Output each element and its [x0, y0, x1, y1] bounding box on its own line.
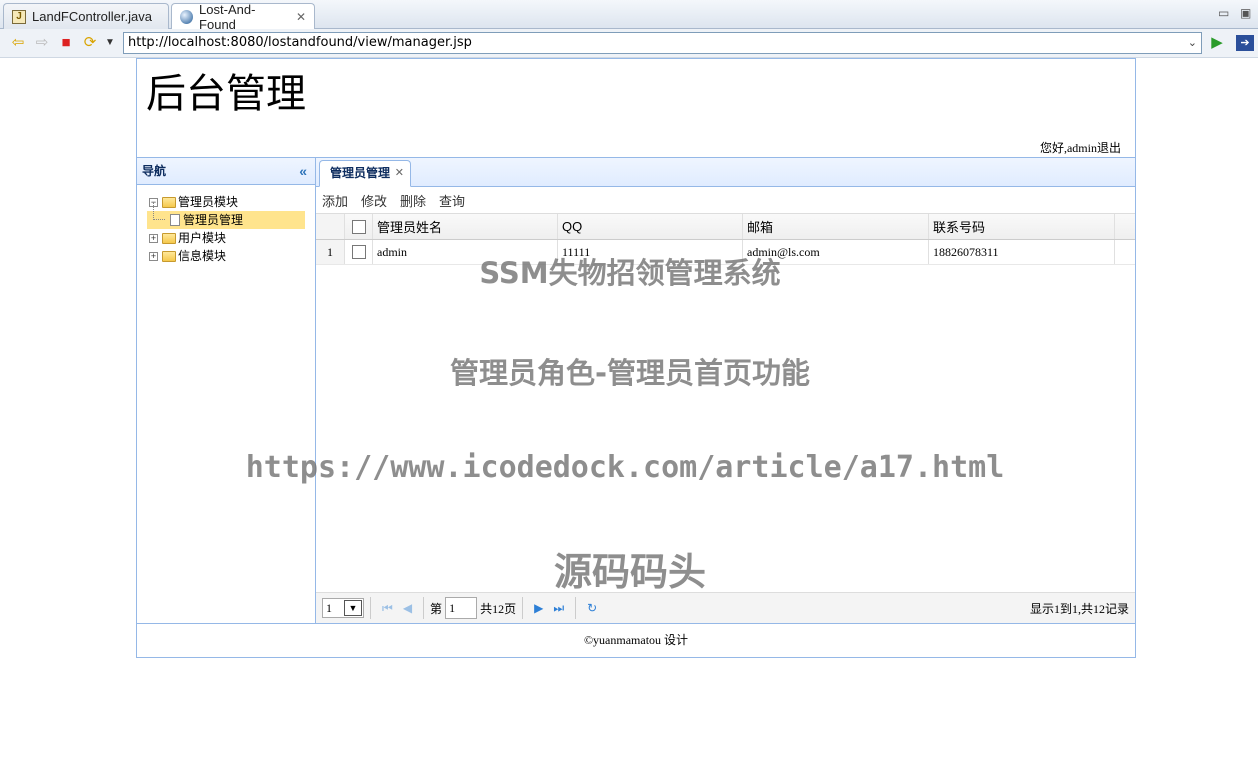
footer: ©yuanmamatou 设计: [137, 623, 1135, 657]
folder-icon: [162, 232, 176, 244]
chevron-down-icon[interactable]: ⌄: [1188, 33, 1197, 53]
column-header-phone[interactable]: 联系号码: [929, 214, 1115, 239]
nav-panel: 导航 « − 管理员模块 管理员管理 + 用户模块 + 信息模块: [137, 158, 316, 623]
expand-toggle-icon[interactable]: +: [149, 233, 158, 243]
globe-icon: [180, 10, 194, 24]
perspective-icon[interactable]: ➔: [1236, 35, 1254, 51]
greeting-text: 您好,admin: [1039, 141, 1097, 155]
close-icon[interactable]: ✕: [296, 10, 306, 24]
grid-header: 管理员姓名 QQ 邮箱 联系号码: [316, 214, 1135, 240]
next-page-icon[interactable]: ▶: [534, 601, 543, 616]
nav-tree: − 管理员模块 管理员管理 + 用户模块 + 信息模块: [137, 185, 315, 265]
delete-button[interactable]: 删除: [400, 191, 426, 210]
page-title: 后台管理: [146, 71, 306, 116]
go-icon[interactable]: ▶: [1208, 35, 1226, 51]
reload-icon[interactable]: ↻: [587, 601, 597, 616]
select-all-cell: [345, 214, 373, 239]
editor-tab-label: LandFController.java: [32, 9, 152, 24]
url-text: http://localhost:8080/lostandfound/view/…: [128, 35, 472, 50]
tree-node-admin-module[interactable]: − 管理员模块: [149, 193, 315, 211]
tree-node-user-module[interactable]: + 用户模块: [149, 229, 315, 247]
add-button[interactable]: 添加: [322, 191, 348, 210]
page-info: 显示1到1,共12记录: [1029, 601, 1129, 616]
tree-node-label: 信息模块: [178, 249, 227, 263]
tree-line: [153, 202, 165, 220]
pagination-bar: 1 ▼ ⏮ ◀ 第 1 共12页 ▶ ⏭ ↻ 显示1到1,共12记录: [316, 592, 1135, 623]
row-checkbox[interactable]: [351, 245, 366, 259]
tree-node-label: 用户模块: [178, 231, 227, 245]
tree-node-info-module[interactable]: + 信息模块: [149, 247, 315, 265]
page-number-input[interactable]: 1: [445, 597, 478, 619]
divider: [522, 597, 524, 619]
tab-label: 管理员管理: [330, 166, 391, 180]
page-total: 共12页: [480, 601, 517, 616]
column-header-qq[interactable]: QQ: [558, 214, 743, 239]
url-input[interactable]: http://localhost:8080/lostandfound/view/…: [123, 32, 1202, 54]
column-header-email[interactable]: 邮箱: [743, 214, 929, 239]
maximize-icon[interactable]: ▣: [1240, 6, 1251, 20]
prev-page-icon[interactable]: ◀: [403, 601, 412, 616]
browser-toolbar: ⇦ ⇨ ■ ⟳ ▼ http://localhost:8080/lostandf…: [0, 29, 1258, 58]
query-button[interactable]: 查询: [439, 191, 465, 210]
rownum-header: [316, 214, 345, 239]
watermark-url: https://www.icodedock.com/article/a17.ht…: [245, 450, 1005, 485]
last-page-icon[interactable]: ⏭: [553, 601, 564, 616]
chevron-down-icon[interactable]: ▼: [101, 35, 119, 51]
back-arrow-icon[interactable]: ⇦: [9, 35, 27, 51]
nav-panel-header: 导航 «: [137, 158, 315, 185]
grid-toolbar: 添加 修改 删除 查询: [316, 187, 1135, 214]
page-prefix: 第: [430, 601, 443, 616]
tree-node-label: 管理员模块: [178, 195, 239, 209]
editor-tab-landfcontroller[interactable]: J LandFController.java: [3, 3, 169, 29]
refresh-icon[interactable]: ⟳: [81, 35, 99, 51]
editor-tab-label: Lost-And-Found: [199, 2, 256, 32]
tab-admin-management[interactable]: 管理员管理 ✕: [319, 160, 411, 187]
content-tabs: 管理员管理 ✕: [316, 158, 1135, 187]
forward-arrow-icon[interactable]: ⇨: [33, 35, 51, 51]
select-all-checkbox[interactable]: [351, 219, 366, 234]
column-header-name[interactable]: 管理员姓名: [373, 214, 558, 239]
expand-toggle-icon[interactable]: +: [149, 251, 158, 261]
first-page-icon[interactable]: ⏮: [382, 601, 393, 616]
user-greeting: 您好,admin退出: [1040, 139, 1121, 156]
editor-tab-lost-and-found[interactable]: Lost-And-Found ✕: [171, 2, 315, 32]
header-region: 后台管理 您好,admin退出: [137, 59, 1135, 158]
tree-node-admin-management[interactable]: 管理员管理: [147, 202, 305, 229]
edit-button[interactable]: 修改: [361, 191, 387, 210]
row-select-cell: [345, 240, 373, 264]
cell-phone: 18826078311: [929, 240, 1115, 264]
java-file-icon: J: [12, 9, 26, 24]
file-icon: [170, 214, 180, 226]
minimize-icon[interactable]: ▭: [1218, 6, 1229, 20]
divider: [370, 597, 371, 619]
row-number: 1: [316, 240, 345, 264]
watermark-brand: 源码码头: [553, 550, 706, 594]
divider: [423, 597, 425, 619]
close-icon[interactable]: ✕: [395, 161, 404, 185]
page-size-value: 1: [326, 600, 332, 615]
watermark-system-name: SSM失物招领管理系统: [479, 256, 781, 290]
page-size-select[interactable]: 1 ▼: [322, 598, 364, 618]
watermark-page-role: 管理员角色-管理员首页功能: [449, 356, 811, 390]
stop-icon[interactable]: ■: [57, 35, 75, 51]
logout-link[interactable]: 退出: [1097, 141, 1121, 155]
editor-tab-bar: J LandFController.java Lost-And-Found ✕ …: [0, 0, 1258, 32]
nav-title: 导航: [142, 164, 167, 178]
folder-icon: [162, 250, 176, 262]
tree-node-label: 管理员管理: [183, 213, 244, 227]
chevron-down-icon[interactable]: ▼: [344, 600, 362, 616]
collapse-icon[interactable]: «: [299, 158, 307, 184]
divider: [575, 597, 577, 619]
